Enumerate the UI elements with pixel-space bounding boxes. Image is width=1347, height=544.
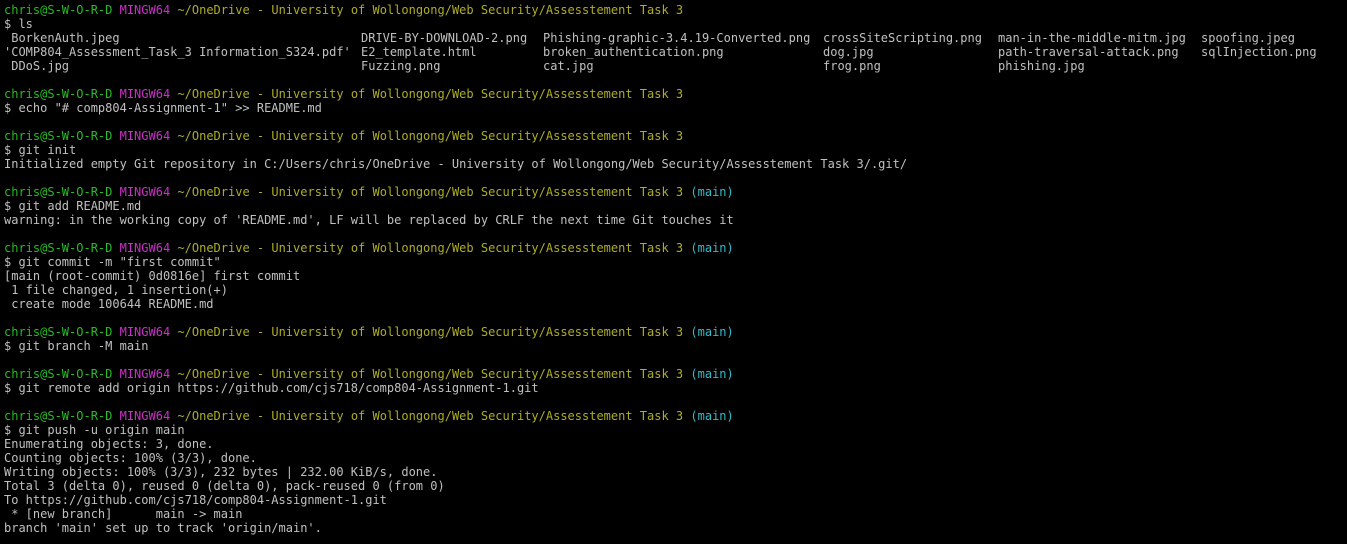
command-line: $ echo "# comp804-Assignment-1" >> READM… — [4, 101, 322, 115]
command-line: $ git add README.md — [4, 199, 142, 213]
prompt-branch: (main) — [690, 241, 734, 255]
prompt-line: chris@S-W-O-R-D MINGW64 ~/OneDrive - Uni… — [4, 409, 1344, 423]
prompt-branch: (main) — [690, 367, 734, 381]
prompt-user-host: chris@S-W-O-R-D — [4, 87, 113, 101]
output-line: * [new branch] main -> main — [4, 507, 243, 521]
output-line: Enumerating objects: 3, done. — [4, 437, 214, 451]
prompt-shell: MINGW64 — [119, 409, 171, 423]
ls-entry: sqlInjection.png — [1201, 45, 1317, 59]
ls-entry — [1201, 59, 1341, 73]
command-line: $ git push -u origin main — [4, 423, 185, 437]
ls-entry: man-in-the-middle-mitm.jpg — [998, 31, 1186, 45]
prompt-shell: MINGW64 — [119, 129, 171, 143]
command-line: $ git commit -m "first commit" — [4, 255, 221, 269]
ls-entry: E2_template.html — [361, 45, 477, 59]
ls-entry: crossSiteScripting.png — [823, 31, 982, 45]
output-line: warning: in the working copy of 'README.… — [4, 213, 734, 227]
prompt-path: ~/OneDrive - University of Wollongong/We… — [177, 87, 684, 101]
prompt-branch: (main) — [690, 185, 734, 199]
prompt-branch: (main) — [690, 325, 734, 339]
output-line: branch 'main' set up to track 'origin/ma… — [4, 521, 322, 535]
prompt-shell: MINGW64 — [119, 87, 171, 101]
prompt-path: ~/OneDrive - University of Wollongong/We… — [177, 325, 684, 339]
prompt-path: ~/OneDrive - University of Wollongong/We… — [177, 241, 684, 255]
ls-entry: dog.jpg — [823, 45, 874, 59]
prompt-line: chris@S-W-O-R-D MINGW64 ~/OneDrive - Uni… — [4, 367, 1344, 381]
ls-entry: spoofing.jpeg — [1201, 31, 1295, 45]
output-line: Counting objects: 100% (3/3), done. — [4, 451, 257, 465]
output-line: create mode 100644 README.md — [4, 297, 214, 311]
command-line: $ git init — [4, 143, 77, 157]
prompt-user-host: chris@S-W-O-R-D — [4, 325, 113, 339]
prompt-path: ~/OneDrive - University of Wollongong/We… — [177, 129, 684, 143]
prompt-shell: MINGW64 — [119, 241, 171, 255]
prompt-shell: MINGW64 — [119, 325, 171, 339]
prompt-path: ~/OneDrive - University of Wollongong/We… — [177, 367, 684, 381]
prompt-shell: MINGW64 — [119, 367, 171, 381]
command-line: $ ls — [4, 17, 33, 31]
prompt-path: ~/OneDrive - University of Wollongong/We… — [177, 185, 684, 199]
prompt-user-host: chris@S-W-O-R-D — [4, 367, 113, 381]
output-line: Total 3 (delta 0), reused 0 (delta 0), p… — [4, 479, 445, 493]
terminal-output[interactable]: chris@S-W-O-R-D MINGW64 ~/OneDrive - Uni… — [4, 3, 1344, 535]
prompt-branch: (main) — [690, 409, 734, 423]
ls-entry: 'COMP804_Assessment_Task_3 Information_S… — [4, 45, 351, 59]
output-line: To https://github.com/cjs718/comp804-Ass… — [4, 493, 387, 507]
ls-entry: Phishing-graphic-3.4.19-Converted.png — [543, 31, 811, 45]
command-line: $ git remote add origin https://github.c… — [4, 381, 539, 395]
output-line: Writing objects: 100% (3/3), 232 bytes |… — [4, 465, 438, 479]
ls-entry: phishing.jpg — [998, 59, 1085, 73]
ls-entry: DDoS.jpg — [4, 59, 70, 73]
prompt-user-host: chris@S-W-O-R-D — [4, 241, 113, 255]
prompt-user-host: chris@S-W-O-R-D — [4, 129, 113, 143]
prompt-line: chris@S-W-O-R-D MINGW64 ~/OneDrive - Uni… — [4, 185, 1344, 199]
ls-entry: frog.png — [823, 59, 881, 73]
ls-entry: BorkenAuth.jpeg — [4, 31, 120, 45]
prompt-shell: MINGW64 — [119, 3, 171, 17]
ls-entry: path-traversal-attack.png — [998, 45, 1179, 59]
prompt-user-host: chris@S-W-O-R-D — [4, 409, 113, 423]
prompt-shell: MINGW64 — [119, 185, 171, 199]
prompt-user-host: chris@S-W-O-R-D — [4, 185, 113, 199]
prompt-line: chris@S-W-O-R-D MINGW64 ~/OneDrive - Uni… — [4, 325, 1344, 339]
ls-listing: BorkenAuth.jpeg DRIVE-BY-DOWNLOAD-2.png Ph… — [4, 31, 1344, 73]
command-line: $ git branch -M main — [4, 339, 149, 353]
prompt-path: ~/OneDrive - University of Wollongong/We… — [177, 409, 684, 423]
prompt-path: ~/OneDrive - University of Wollongong/We… — [177, 3, 684, 17]
output-line: 1 file changed, 1 insertion(+) — [4, 283, 228, 297]
prompt-user-host: chris@S-W-O-R-D — [4, 3, 113, 17]
ls-entry: cat.jpg — [543, 59, 594, 73]
prompt-line: chris@S-W-O-R-D MINGW64 ~/OneDrive - Uni… — [4, 241, 1344, 255]
output-line: Initialized empty Git repository in C:/U… — [4, 157, 908, 171]
output-line: [main (root-commit) 0d0816e] first commi… — [4, 269, 301, 283]
ls-entry: DRIVE-BY-DOWNLOAD-2.png — [361, 31, 528, 45]
prompt-line: chris@S-W-O-R-D MINGW64 ~/OneDrive - Uni… — [4, 129, 1344, 143]
prompt-line: chris@S-W-O-R-D MINGW64 ~/OneDrive - Uni… — [4, 87, 1344, 101]
ls-entry: broken_authentication.png — [543, 45, 724, 59]
ls-entry: Fuzzing.png — [361, 59, 441, 73]
prompt-line: chris@S-W-O-R-D MINGW64 ~/OneDrive - Uni… — [4, 3, 1344, 17]
